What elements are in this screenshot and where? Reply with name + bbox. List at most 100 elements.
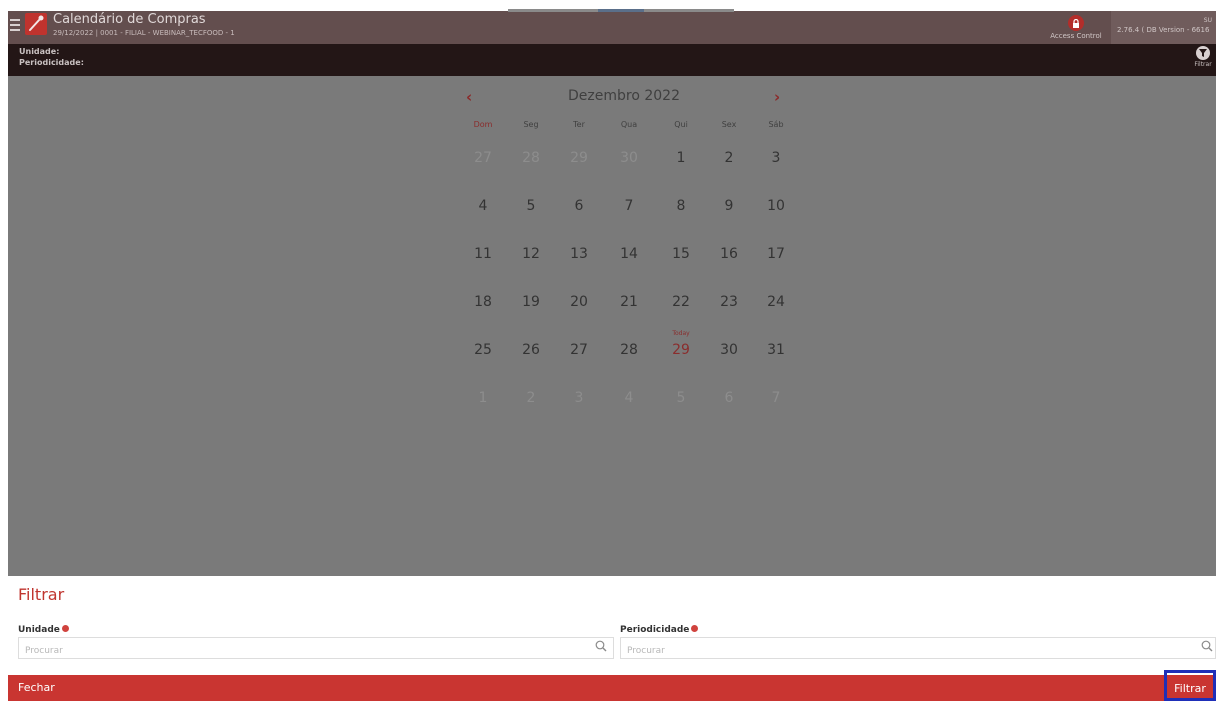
weekday-label: Qui bbox=[674, 120, 688, 129]
hamburger-menu-icon[interactable] bbox=[10, 19, 20, 35]
calendar-day[interactable]: 3 bbox=[559, 380, 599, 414]
filter-summary-bar: Unidade: Periodicidade: Filtrar bbox=[8, 44, 1216, 76]
calendar-day-number: 6 bbox=[574, 198, 584, 214]
calendar-day[interactable]: 7 bbox=[756, 380, 796, 414]
calendar-day[interactable]: 1 bbox=[661, 140, 701, 174]
calendar-day[interactable]: 15 bbox=[661, 236, 701, 270]
calendar-day[interactable]: 5 bbox=[661, 380, 701, 414]
calendar-day[interactable]: 19 bbox=[511, 284, 551, 318]
calendar-day[interactable]: 12 bbox=[511, 236, 551, 270]
calendar-day-today[interactable]: 29 Today bbox=[661, 330, 701, 366]
calendar-day[interactable]: 25 bbox=[463, 332, 503, 366]
periodicidade-field[interactable] bbox=[620, 637, 1216, 661]
calendar-day[interactable]: 2 bbox=[709, 140, 749, 174]
calendar-day[interactable]: 4 bbox=[463, 188, 503, 222]
calendar-day[interactable]: 14 bbox=[609, 236, 649, 270]
calendar-day-number: 1 bbox=[478, 390, 488, 406]
access-control-button[interactable]: Access Control bbox=[1046, 11, 1106, 44]
calendar-day[interactable]: 26 bbox=[511, 332, 551, 366]
calendar-day[interactable]: 1 bbox=[463, 380, 503, 414]
calendar-day[interactable]: 10 bbox=[756, 188, 796, 222]
calendar-day[interactable]: 6 bbox=[559, 188, 599, 222]
calendar-day-number: 24 bbox=[767, 294, 785, 310]
unidade-search-input[interactable] bbox=[19, 641, 613, 661]
calendar-day[interactable]: 27 bbox=[463, 140, 503, 174]
periodicidade-label: Periodicidade bbox=[620, 625, 699, 635]
calendar-day[interactable]: 30 bbox=[709, 332, 749, 366]
app-window: Calendário de Compras 29/12/2022 | 0001 … bbox=[0, 0, 1216, 701]
today-label: Today bbox=[672, 330, 690, 337]
weekday-label: Sáb bbox=[768, 120, 784, 129]
calendar-day[interactable]: 18 bbox=[463, 284, 503, 318]
close-button[interactable]: Fechar bbox=[18, 681, 55, 694]
calendar-day[interactable]: 9 bbox=[709, 188, 749, 222]
calendar-day[interactable]: 28 bbox=[609, 332, 649, 366]
version-label: 2.76.4 ( DB Version - 6616 bbox=[1117, 26, 1210, 34]
unidade-field[interactable] bbox=[18, 637, 614, 661]
calendar-day-number: 30 bbox=[620, 150, 638, 166]
calendar-day[interactable]: 8 bbox=[661, 188, 701, 222]
weekday-label: Dom bbox=[473, 120, 493, 129]
calendar-day-number: 17 bbox=[767, 246, 785, 262]
weekday-label: Qua bbox=[620, 120, 638, 129]
calendar-day-number: 19 bbox=[522, 294, 540, 310]
calendar-day[interactable]: 24 bbox=[756, 284, 796, 318]
calendar-day[interactable]: 13 bbox=[559, 236, 599, 270]
tab-hint bbox=[644, 9, 734, 12]
calendar: ‹ Dezembro 2022 › Dom Seg Ter Qua Qui Sex Sáb … bbox=[454, 86, 794, 438]
calendar-day-number: 4 bbox=[624, 390, 634, 406]
calendar-month-title: Dezembro 2022 bbox=[568, 88, 680, 104]
page-title: Calendário de Compras bbox=[53, 12, 206, 27]
filter-panel-title: Filtrar bbox=[18, 585, 65, 604]
calendar-day[interactable]: 3 bbox=[756, 140, 796, 174]
calendar-day[interactable]: 11 bbox=[463, 236, 503, 270]
calendar-day[interactable]: 17 bbox=[756, 236, 796, 270]
unidade-search-icon[interactable] bbox=[595, 640, 607, 652]
calendar-day[interactable]: 7 bbox=[609, 188, 649, 222]
calendar-day-number: 8 bbox=[676, 198, 686, 214]
calendar-day-number: 22 bbox=[672, 294, 690, 310]
modal-overlay[interactable]: ‹ Dezembro 2022 › Dom Seg Ter Qua Qui Sex Sáb … bbox=[8, 76, 1216, 576]
periodicidade-search-icon[interactable] bbox=[1201, 640, 1213, 652]
periodicidade-summary-label: Periodicidade: bbox=[19, 58, 84, 67]
calendar-day[interactable]: 23 bbox=[709, 284, 749, 318]
calendar-day-number: 18 bbox=[474, 294, 492, 310]
calendar-day[interactable]: 28 bbox=[511, 140, 551, 174]
weekday-label: Sex bbox=[721, 120, 737, 129]
calendar-day[interactable]: 4 bbox=[609, 380, 649, 414]
calendar-day[interactable]: 31 bbox=[756, 332, 796, 366]
calendar-day-number: 25 bbox=[474, 342, 492, 358]
funnel-icon bbox=[1196, 46, 1210, 60]
calendar-day-number: 29 bbox=[570, 150, 588, 166]
calendar-grid: 27 28 29 30 1 2 3 4 5 6 7 8 9 10 11 12 13 14 15 16 17 18 19 20 2… bbox=[454, 138, 794, 438]
calendar-day-number: 26 bbox=[522, 342, 540, 358]
calendar-day[interactable]: 6 bbox=[709, 380, 749, 414]
calendar-day-number: 16 bbox=[720, 246, 738, 262]
required-icon bbox=[691, 625, 699, 632]
calendar-day[interactable]: 27 bbox=[559, 332, 599, 366]
calendar-day-number: 12 bbox=[522, 246, 540, 262]
calendar-day[interactable]: 21 bbox=[609, 284, 649, 318]
calendar-day-number: 9 bbox=[724, 198, 734, 214]
calendar-day[interactable]: 20 bbox=[559, 284, 599, 318]
next-month-button[interactable]: › bbox=[774, 88, 780, 106]
calendar-day[interactable]: 16 bbox=[709, 236, 749, 270]
calendar-day[interactable]: 22 bbox=[661, 284, 701, 318]
required-icon bbox=[61, 625, 69, 632]
filter-toggle-button[interactable]: Filtrar bbox=[1192, 46, 1214, 68]
lock-icon bbox=[1068, 15, 1084, 31]
calendar-day-number: 20 bbox=[570, 294, 588, 310]
calendar-day-number: 31 bbox=[767, 342, 785, 358]
weekday-label: Seg bbox=[523, 120, 539, 129]
periodicidade-search-input[interactable] bbox=[621, 641, 1215, 661]
calendar-nav: ‹ Dezembro 2022 › bbox=[454, 86, 794, 110]
calendar-day[interactable]: 29 bbox=[559, 140, 599, 174]
apply-filter-button[interactable]: Filtrar bbox=[1164, 670, 1216, 701]
calendar-day[interactable]: 2 bbox=[511, 380, 551, 414]
calendar-day-number: 6 bbox=[724, 390, 734, 406]
calendar-day[interactable]: 30 bbox=[609, 140, 649, 174]
calendar-day-number: 13 bbox=[570, 246, 588, 262]
calendar-day[interactable]: 5 bbox=[511, 188, 551, 222]
calendar-day-number: 5 bbox=[526, 198, 536, 214]
calendar-day-number: 10 bbox=[767, 198, 785, 214]
